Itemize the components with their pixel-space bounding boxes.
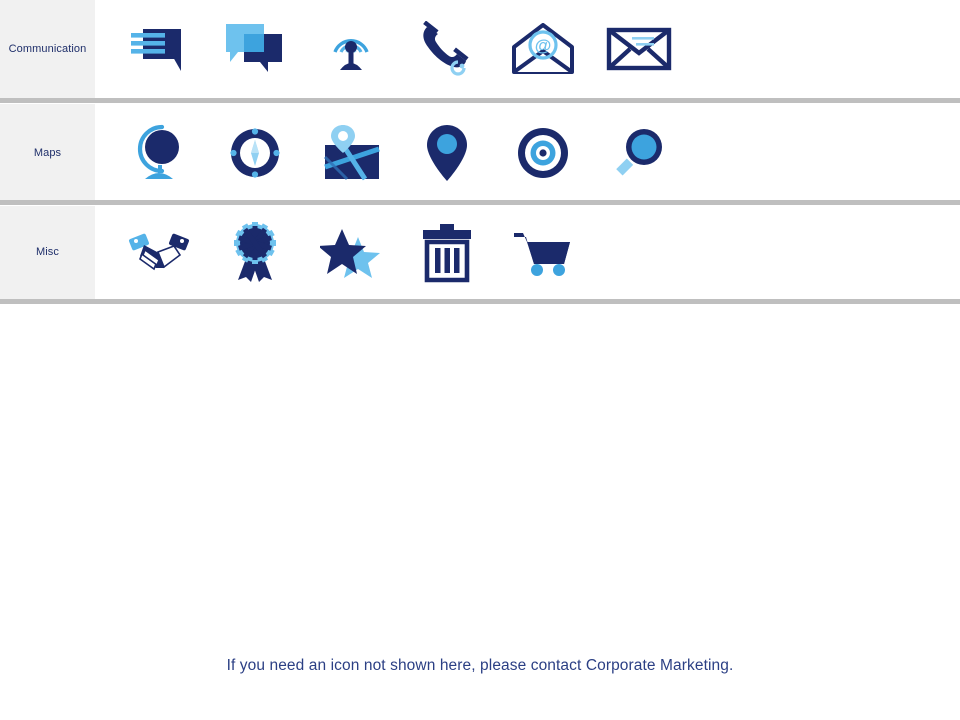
target-icon[interactable] xyxy=(495,109,591,197)
row-label-text: Misc xyxy=(35,246,59,259)
trash-can-icon[interactable] xyxy=(399,209,495,297)
telephone-icon[interactable] xyxy=(399,5,495,93)
stars-icon[interactable] xyxy=(303,209,399,297)
chat-bubbles-icon[interactable] xyxy=(207,5,303,93)
row-label-text: Communication xyxy=(8,42,87,55)
row-label-maps: Maps xyxy=(0,104,95,202)
footer-note: If you need an icon not shown here, plea… xyxy=(226,657,734,674)
award-ribbon-icon[interactable] xyxy=(207,209,303,297)
category-row-communication: Communication @ xyxy=(0,0,960,98)
compass-icon[interactable] xyxy=(207,109,303,197)
location-pin-icon[interactable] xyxy=(399,109,495,197)
icon-group-maps xyxy=(95,104,960,202)
category-row-maps: Maps xyxy=(0,104,960,202)
shopping-cart-icon[interactable] xyxy=(495,209,591,297)
svg-text:@: @ xyxy=(535,36,552,55)
icon-group-communication: @ xyxy=(95,0,960,98)
icon-group-misc xyxy=(95,206,960,299)
category-row-misc: Misc xyxy=(0,206,960,299)
row-label-communication: Communication xyxy=(0,0,95,98)
row-divider xyxy=(0,200,960,205)
email-at-icon[interactable]: @ xyxy=(495,5,591,93)
row-divider xyxy=(0,98,960,103)
handshake-icon[interactable] xyxy=(111,209,207,297)
icon-library-sheet: Communication @ Maps Misc If you need an… xyxy=(0,0,960,720)
envelope-icon[interactable] xyxy=(591,5,687,93)
row-label-text: Maps xyxy=(33,146,62,159)
broadcast-tower-icon[interactable] xyxy=(303,5,399,93)
row-label-misc: Misc xyxy=(0,206,95,299)
message-lines-icon[interactable] xyxy=(111,5,207,93)
globe-icon[interactable] xyxy=(111,109,207,197)
magnifier-icon[interactable] xyxy=(591,109,687,197)
row-divider xyxy=(0,299,960,304)
map-pin-sheet-icon[interactable] xyxy=(303,109,399,197)
